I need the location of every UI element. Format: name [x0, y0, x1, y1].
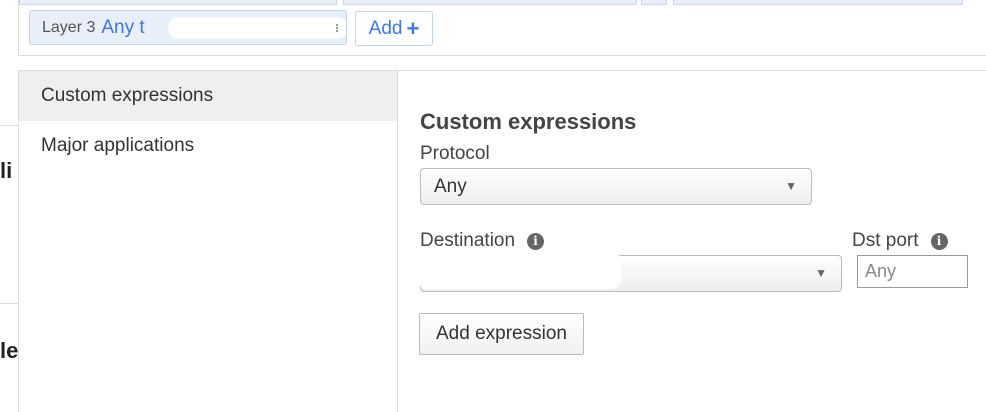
info-icon[interactable]: i — [527, 233, 545, 250]
add-filter-button[interactable]: Add + — [355, 11, 433, 46]
drag-handle-icon[interactable] — [336, 24, 340, 32]
dst-port-label-text: Dst port — [852, 230, 919, 251]
layer-filter-chip[interactable]: Layer 3 Any t — [29, 10, 347, 45]
chip-layer-label: Layer 3 — [42, 18, 96, 36]
chevron-down-icon: ▼ — [785, 179, 797, 193]
info-icon[interactable]: i — [930, 233, 948, 250]
page-heading-fragment: le — [0, 338, 19, 363]
protocol-selected-value: Any — [434, 176, 467, 197]
chevron-down-icon: ▼ — [815, 266, 827, 280]
add-expression-button[interactable]: Add expression — [419, 313, 584, 355]
plus-icon: + — [406, 15, 420, 41]
divider — [0, 125, 18, 126]
chip-value-link[interactable]: Any t — [101, 17, 144, 39]
destination-label: Destination i — [420, 230, 545, 252]
sidebar-item-major-applications[interactable]: Major applications — [19, 121, 397, 171]
previous-filter-chip-edge — [343, 0, 637, 5]
dst-port-label: Dst port i — [852, 230, 948, 252]
section-title: Custom expressions — [420, 109, 637, 134]
protocol-label: Protocol — [420, 143, 490, 164]
custom-expression-form: Custom expressions Protocol Any ▼ Destin… — [399, 71, 986, 412]
filter-bar: Layer 3 Any t Add + — [18, 0, 986, 56]
dst-port-input[interactable] — [857, 255, 968, 288]
add-filter-label: Add — [368, 17, 403, 39]
expression-type-sidebar: Custom expressions Major applications — [19, 71, 398, 412]
redacted-region — [417, 251, 621, 289]
divider — [0, 303, 18, 304]
redacted-region — [168, 17, 346, 39]
destination-label-text: Destination — [420, 230, 516, 251]
previous-filter-chip-edge — [19, 0, 337, 5]
sidebar-item-custom-expressions[interactable]: Custom expressions — [19, 71, 397, 121]
previous-filter-chip-edge — [673, 0, 963, 5]
expression-editor-panel: Custom expressions Major applications Cu… — [18, 70, 986, 412]
previous-filter-chip-edge — [641, 0, 667, 5]
page-heading-fragment: li — [0, 158, 13, 183]
protocol-select[interactable]: Any ▼ — [420, 168, 812, 205]
